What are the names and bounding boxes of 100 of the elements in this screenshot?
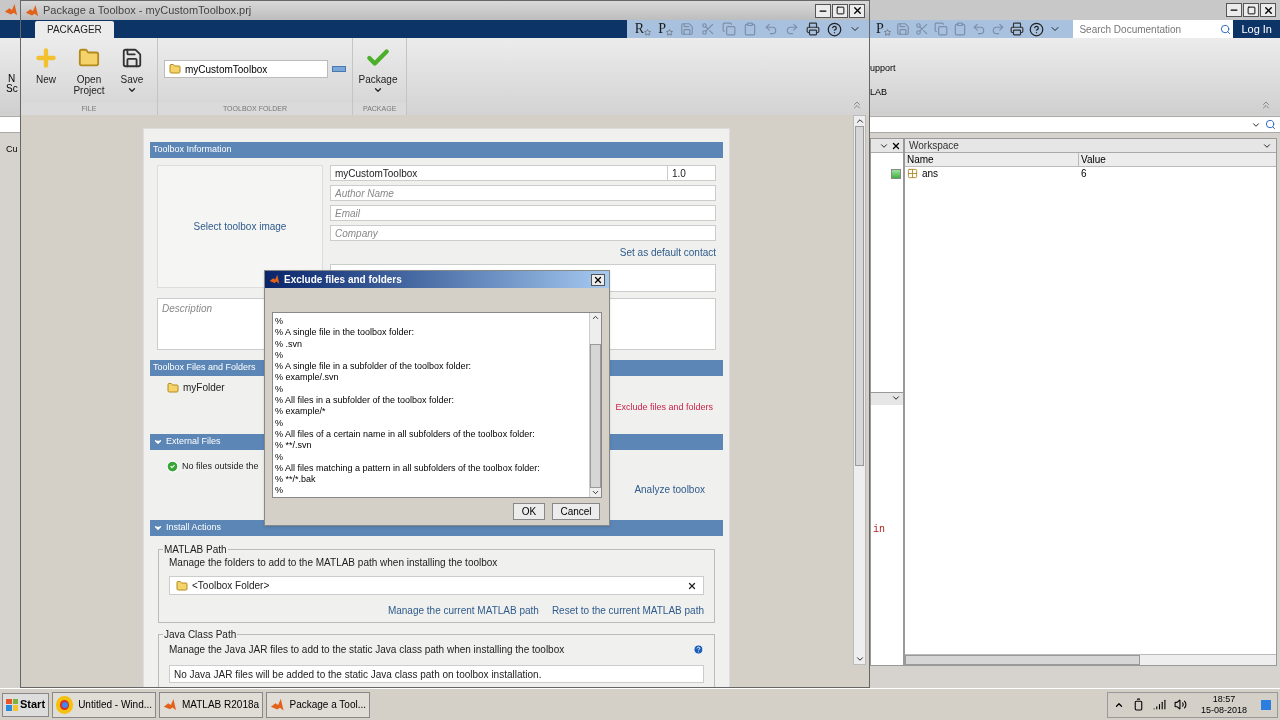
path-name: <Toolbox Folder>	[192, 579, 271, 593]
column-header[interactable]: Name	[905, 153, 1079, 166]
help-icon[interactable]	[827, 21, 842, 37]
version-field[interactable]: 1.0	[668, 165, 716, 181]
minimize-button[interactable]	[1226, 3, 1242, 17]
scroll-up-icon[interactable]	[854, 116, 865, 126]
maximize-button[interactable]	[832, 3, 848, 18]
section-header[interactable]: Toolbox Information	[150, 142, 723, 158]
panel-menu-icon[interactable]	[891, 393, 901, 403]
variable-value: 6	[1080, 167, 1088, 181]
matlab-logo-icon	[4, 3, 18, 17]
close-button[interactable]	[849, 3, 865, 18]
column-header[interactable]: Value	[1079, 153, 1276, 166]
signal-icon[interactable]	[1152, 698, 1166, 711]
folder-icon	[167, 381, 179, 394]
description-text: Manage the folders to add to the MATLAB path when installing the toolbox	[169, 556, 499, 570]
search-icon[interactable]	[1220, 23, 1232, 35]
analyze-toolbox-link[interactable]: Analyze toolbox	[634, 481, 705, 497]
folder-field[interactable]: myCustomToolbox	[164, 60, 328, 78]
ribbon-button[interactable]: Save	[111, 38, 153, 103]
group-title: Java Class Path	[163, 628, 238, 642]
dialog-title: Exclude files and folders	[284, 273, 403, 287]
code-line: % **/.svn	[275, 440, 313, 452]
name-field[interactable]: myCustomToolbox	[330, 165, 668, 181]
plus-icon	[33, 45, 59, 71]
scroll-down-icon[interactable]	[591, 488, 600, 497]
remove-icon[interactable]	[687, 580, 697, 591]
exclude-editor[interactable]	[272, 312, 602, 498]
search-input[interactable]: Search Documentation	[1075, 21, 1221, 37]
save-icon	[121, 47, 143, 69]
info-box: No Java JAR files will be added to the static Java class path on toolbox installation.	[169, 665, 704, 683]
variable-icon	[907, 168, 918, 179]
contact-field[interactable]: Company	[330, 225, 716, 241]
help-icon[interactable]	[1028, 21, 1044, 37]
code-line: % A single file in a subfolder of the toolbox folder:	[275, 361, 473, 373]
exclude-files-link[interactable]: Exclude files and folders	[615, 401, 713, 415]
code-line: %	[275, 417, 284, 429]
dialog-button[interactable]: Cancel	[552, 503, 600, 520]
close-button[interactable]	[591, 273, 605, 286]
minimize-button[interactable]	[815, 3, 831, 18]
login-button[interactable]: Log In	[1233, 20, 1280, 38]
ribbon-button[interactable]: Open Project	[68, 38, 110, 103]
ribbon-button[interactable]: Package	[357, 38, 399, 103]
code-line: % example/*	[275, 406, 327, 418]
scroll-up-icon[interactable]	[591, 313, 600, 322]
folder-icon	[176, 579, 188, 592]
browser-icon	[56, 695, 74, 714]
code-line: %	[275, 316, 284, 328]
path-link[interactable]: Manage the current MATLAB path	[387, 603, 539, 618]
window-title: Package a Toolbox - myCustomToolbox.prj	[43, 3, 253, 19]
ribbon-fragment: upport	[870, 62, 896, 75]
folder-icon	[169, 63, 181, 75]
code-line: %	[275, 485, 284, 497]
vertical-scrollbar[interactable]	[853, 115, 866, 665]
ribbon-tab[interactable]: PACKAGER	[35, 21, 114, 38]
contact-field[interactable]: Email	[330, 205, 716, 221]
maximize-icon	[835, 6, 845, 15]
code-line: % All files of a certain name in all subfolders of the toolbox folder:	[275, 428, 536, 441]
horizontal-scrollbar[interactable]	[905, 654, 1276, 665]
description-text: Manage the Java JAR files to add to the static Java class path when installing the toolbox	[169, 643, 565, 657]
close-icon	[1262, 4, 1274, 16]
folder-icon	[78, 47, 100, 69]
select-image-link[interactable]: Select toolbox image	[193, 219, 287, 234]
code-line: % All files matching a pattern in all subfolders of the toolbox folder:	[275, 462, 541, 475]
ribbon-fragment: Sc	[6, 84, 19, 94]
path-row[interactable]: <Toolbox Folder>	[169, 576, 704, 595]
scroll-down-icon[interactable]	[854, 654, 865, 664]
code-line: % All files in a subfolder of the toolbox folder:	[275, 395, 456, 407]
taskbar-button[interactable]: MATLAB R2018a	[159, 691, 264, 718]
speaker-icon[interactable]	[1173, 698, 1187, 711]
taskbar-button[interactable]: Untitled - Wind...	[52, 691, 157, 718]
ribbon-button[interactable]: New	[25, 38, 67, 103]
group-title: MATLAB Path	[163, 543, 228, 557]
windows-logo-icon	[6, 698, 18, 711]
maximize-button[interactable]	[1243, 3, 1259, 17]
code-line: % A single file in the toolbox folder:	[275, 327, 416, 339]
vertical-scrollbar[interactable]	[589, 313, 601, 497]
close-icon	[593, 274, 603, 285]
check-icon	[166, 460, 179, 474]
matlab-logo-icon	[269, 274, 280, 285]
default-contact-link[interactable]: Set as default contact	[619, 245, 716, 260]
status-text: No files outside the	[182, 460, 259, 473]
search-icon[interactable]	[1265, 119, 1276, 130]
folder-name[interactable]: myFolder	[183, 380, 225, 395]
close-icon[interactable]	[891, 140, 901, 151]
maximize-icon	[1246, 5, 1256, 15]
search-field[interactable]: Search Documentation	[1073, 20, 1234, 38]
command-fragment: in	[873, 524, 885, 535]
close-button[interactable]	[1260, 3, 1276, 17]
dialog-button[interactable]: OK	[513, 503, 545, 520]
variable-name[interactable]: ans	[922, 166, 939, 181]
status-indicator-icon	[891, 169, 901, 179]
panel-title: Workspace	[909, 139, 959, 153]
path-link[interactable]: Reset to the current MATLAB path	[551, 603, 704, 618]
start-button[interactable]: Start	[2, 692, 50, 717]
show-desktop-icon[interactable]	[1261, 699, 1271, 710]
taskbar-button[interactable]: Package a Tool...	[266, 691, 371, 718]
ribbon-fragment: LAB	[870, 85, 888, 99]
contact-field[interactable]: Author Name	[330, 185, 716, 201]
code-line: %	[275, 349, 284, 362]
